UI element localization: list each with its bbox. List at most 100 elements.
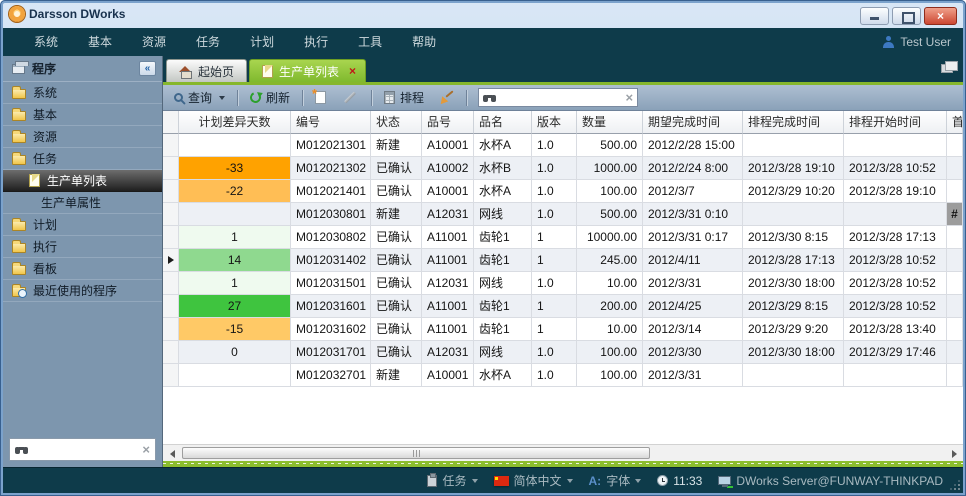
table-row[interactable]: M012032701新建A10001水杯A1.0100.002012/3/31: [163, 364, 963, 387]
column-header[interactable]: 排程开始时间: [844, 111, 947, 134]
cell-status[interactable]: 已确认: [371, 180, 422, 203]
sidebar-item[interactable]: 看板: [3, 258, 162, 280]
column-header[interactable]: 品名: [474, 111, 532, 134]
table-row[interactable]: -15M012031602已确认A11001齿轮1110.002012/3/14…: [163, 318, 963, 341]
menu-item[interactable]: 计划: [235, 28, 289, 56]
cell-code[interactable]: M012021302: [291, 157, 371, 180]
cell-item-name[interactable]: 齿轮1: [474, 295, 532, 318]
cell-plan-diff-days[interactable]: 1: [179, 272, 291, 295]
sidebar-item[interactable]: 生产单列表: [3, 170, 162, 192]
sidebar-item[interactable]: 生产单属性: [3, 192, 162, 214]
status-font-menu[interactable]: A: 字体: [589, 472, 642, 489]
cell-item-name[interactable]: 齿轮1: [474, 226, 532, 249]
cell-plan-diff-days[interactable]: 27: [179, 295, 291, 318]
cell-version[interactable]: 1.0: [532, 203, 577, 226]
cell-status[interactable]: 新建: [371, 364, 422, 387]
sidebar-collapse-button[interactable]: «: [139, 61, 156, 76]
cell-status[interactable]: 已确认: [371, 318, 422, 341]
toolbar-search-clear-icon[interactable]: ×: [625, 91, 633, 104]
maximize-button[interactable]: [892, 7, 921, 25]
cell-plan-diff-days[interactable]: [179, 134, 291, 157]
scrollbar-thumb[interactable]: [182, 447, 650, 459]
column-header[interactable]: 编号: [291, 111, 371, 134]
cell-sched-end[interactable]: 2012/3/29 8:15: [743, 295, 844, 318]
horizontal-scrollbar[interactable]: [163, 444, 963, 461]
cell-qty[interactable]: 500.00: [577, 203, 643, 226]
cell-code[interactable]: M012031701: [291, 341, 371, 364]
cell-status[interactable]: 已确认: [371, 249, 422, 272]
column-header[interactable]: 数量: [577, 111, 643, 134]
sidebar-item[interactable]: 计划: [3, 214, 162, 236]
row-indicator[interactable]: [163, 249, 179, 272]
cell-sched-end[interactable]: 2012/3/30 18:00: [743, 272, 844, 295]
cell-item-no[interactable]: A12031: [422, 203, 474, 226]
column-header[interactable]: 排程完成时间: [743, 111, 844, 134]
toolbar-search-input[interactable]: [500, 91, 621, 105]
cell-item-no[interactable]: A11001: [422, 249, 474, 272]
edit-button[interactable]: [336, 94, 364, 101]
table-row[interactable]: 0M012031701已确认A12031网线1.0100.002012/3/30…: [163, 341, 963, 364]
cell-item-name[interactable]: 水杯A: [474, 364, 532, 387]
table-row[interactable]: -22M012021401已确认A10001水杯A1.0100.002012/3…: [163, 180, 963, 203]
cell-sched-start[interactable]: 2012/3/28 17:13: [844, 226, 947, 249]
titlebar[interactable]: Darsson DWorks ×: [0, 0, 966, 28]
cell-version[interactable]: 1.0: [532, 157, 577, 180]
cell-expect[interactable]: 2012/3/31: [643, 364, 743, 387]
cell-sched-end[interactable]: 2012/3/29 9:20: [743, 318, 844, 341]
cell-expect[interactable]: 2012/3/30: [643, 341, 743, 364]
cell-expect[interactable]: 2012/4/25: [643, 295, 743, 318]
cell-item-name[interactable]: 水杯A: [474, 134, 532, 157]
cell-qty[interactable]: 1000.00: [577, 157, 643, 180]
cell-expect[interactable]: 2012/2/24 8:00: [643, 157, 743, 180]
cell-item-no[interactable]: A12031: [422, 341, 474, 364]
column-header[interactable]: 版本: [532, 111, 577, 134]
column-header[interactable]: 品号: [422, 111, 474, 134]
menu-item[interactable]: 资源: [127, 28, 181, 56]
cell-qty[interactable]: 100.00: [577, 180, 643, 203]
cell-status[interactable]: 新建: [371, 203, 422, 226]
row-indicator[interactable]: [163, 180, 179, 203]
cell-status[interactable]: 已确认: [371, 272, 422, 295]
cell-plan-diff-days[interactable]: -33: [179, 157, 291, 180]
table-row[interactable]: M012030801新建A12031网线1.0500.002012/3/31 0…: [163, 203, 963, 226]
tab-inactive[interactable]: 起始页: [166, 59, 247, 82]
refresh-button[interactable]: 刷新: [245, 87, 295, 108]
new-button[interactable]: [310, 89, 331, 106]
cell-version[interactable]: 1: [532, 295, 577, 318]
query-button[interactable]: 查询: [169, 87, 230, 108]
row-indicator[interactable]: [163, 203, 179, 226]
cell-sched-start[interactable]: [844, 203, 947, 226]
cell-item-name[interactable]: 网线: [474, 272, 532, 295]
menu-item[interactable]: 工具: [343, 28, 397, 56]
cell-plan-diff-days[interactable]: [179, 203, 291, 226]
cell-item-no[interactable]: A11001: [422, 226, 474, 249]
sidebar-item[interactable]: 最近使用的程序: [3, 280, 162, 302]
cell-status[interactable]: 新建: [371, 134, 422, 157]
sidebar-item[interactable]: 系统: [3, 82, 162, 104]
cell-qty[interactable]: 500.00: [577, 134, 643, 157]
cell-qty[interactable]: 100.00: [577, 364, 643, 387]
cell-sched-end[interactable]: 2012/3/28 19:10: [743, 157, 844, 180]
menu-item[interactable]: 执行: [289, 28, 343, 56]
row-indicator[interactable]: [163, 341, 179, 364]
query-dropdown-icon[interactable]: [219, 96, 225, 100]
cell-code[interactable]: M012031501: [291, 272, 371, 295]
cell-status[interactable]: 已确认: [371, 226, 422, 249]
pages-icon[interactable]: [941, 64, 953, 73]
close-button[interactable]: ×: [924, 7, 957, 25]
cell-qty[interactable]: 10.00: [577, 318, 643, 341]
cell-item-name[interactable]: 齿轮1: [474, 249, 532, 272]
row-indicator[interactable]: [163, 318, 179, 341]
cell-sched-end[interactable]: [743, 364, 844, 387]
cell-qty[interactable]: 10.00: [577, 272, 643, 295]
cell-sched-start[interactable]: [844, 364, 947, 387]
cell-code[interactable]: M012030801: [291, 203, 371, 226]
cell-sched-start[interactable]: 2012/3/28 13:40: [844, 318, 947, 341]
schedule-button[interactable]: 排程: [379, 87, 429, 108]
cell-sched-end[interactable]: 2012/3/28 17:13: [743, 249, 844, 272]
cell-plan-diff-days[interactable]: [179, 364, 291, 387]
cell-qty[interactable]: 10000.00: [577, 226, 643, 249]
row-indicator[interactable]: [163, 272, 179, 295]
status-task-menu[interactable]: 任务: [427, 472, 477, 489]
cell-qty[interactable]: 245.00: [577, 249, 643, 272]
